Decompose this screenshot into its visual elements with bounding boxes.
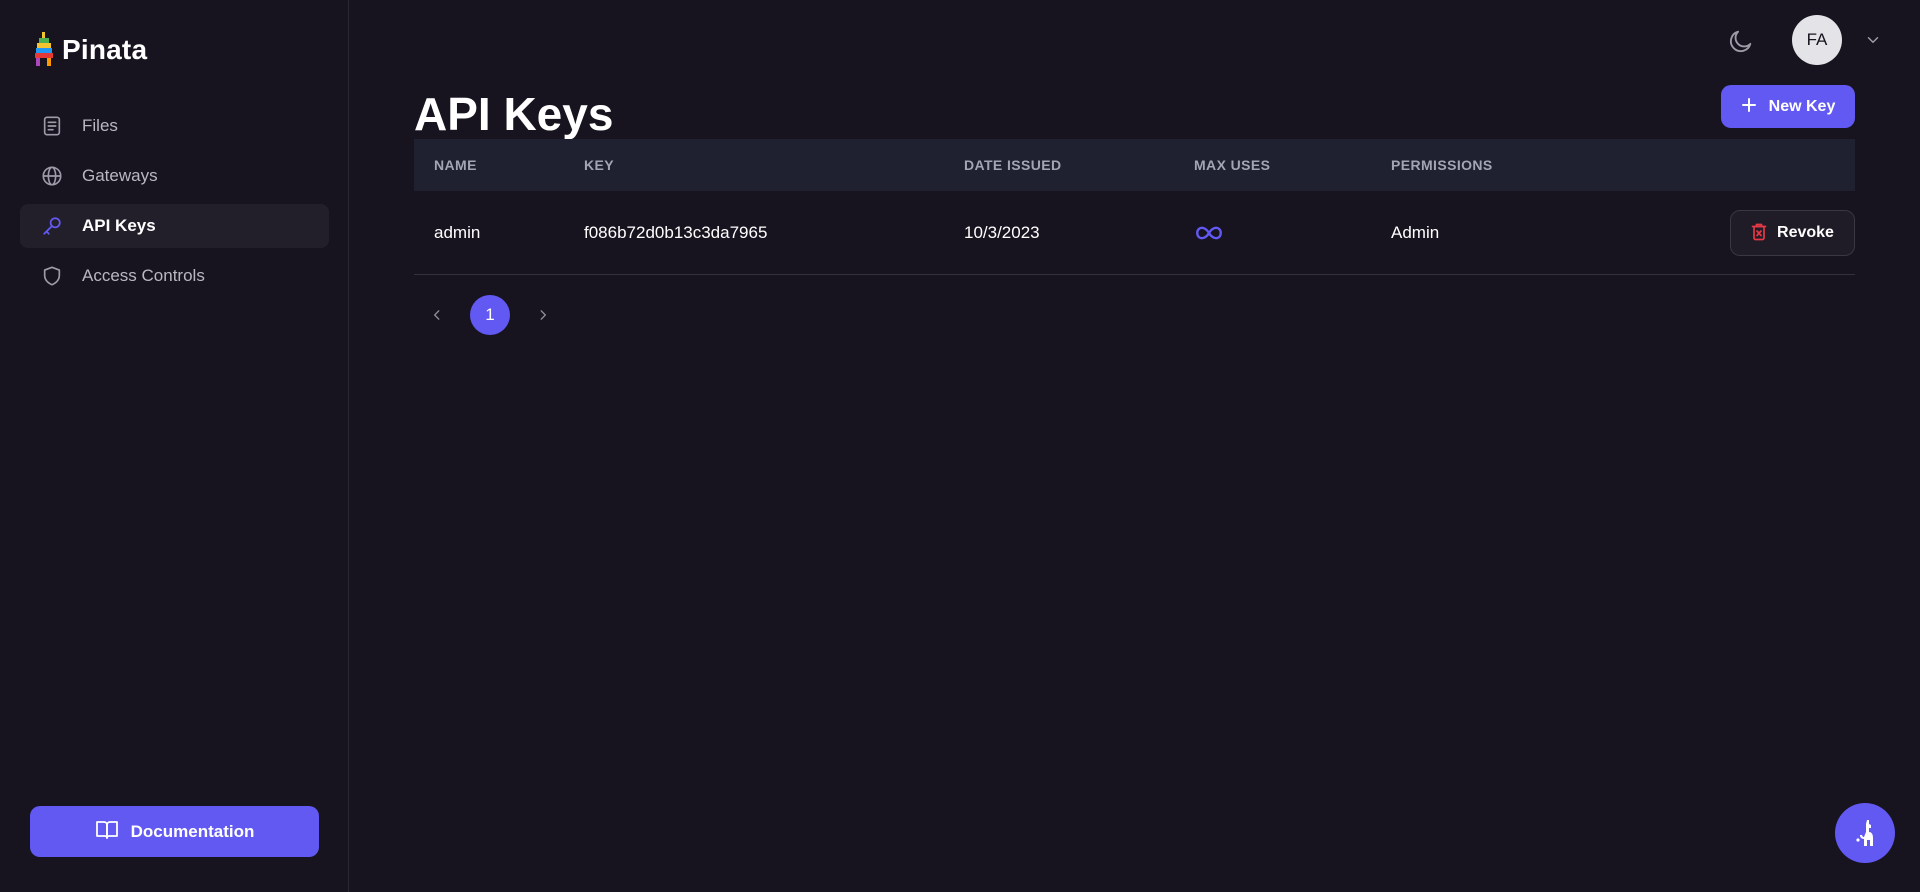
column-header-date-issued: DATE ISSUED [964,157,1062,173]
cell-key: f086b72d0b13c3da7965 [584,223,768,242]
moon-icon [1729,30,1752,53]
sidebar: Pinata Files Gateways API Keys Access Co… [0,0,349,892]
documentation-label: Documentation [130,821,255,841]
trash-icon [1751,223,1767,244]
key-icon [40,214,64,238]
revoke-button[interactable]: Revoke [1730,210,1855,256]
previous-page-button[interactable] [426,304,448,326]
sidebar-item-label: API Keys [82,216,156,235]
sidebar-item-access-controls[interactable]: Access Controls [20,254,329,298]
llama-icon [1856,820,1873,846]
brand-name: Pinata [62,34,148,65]
revoke-label: Revoke [1777,224,1834,241]
new-key-label: New Key [1768,97,1836,115]
avatar[interactable]: FA [1792,15,1842,65]
book-icon [95,819,119,844]
cell-date-issued: 10/3/2023 [964,223,1040,242]
file-icon [40,114,64,138]
sidebar-item-label: Files [82,116,118,135]
globe-icon [40,164,64,188]
account-menu-toggle[interactable] [1864,31,1882,49]
column-header-permissions: PERMISSIONS [1391,157,1493,173]
sidebar-item-files[interactable]: Files [20,104,329,148]
app-root: Pinata Files Gateways API Keys Access Co… [0,0,1920,892]
cell-permissions: Admin [1391,223,1440,242]
plus-icon [1741,97,1757,116]
sidebar-nav: Files Gateways API Keys Access Controls [20,104,329,304]
page-title: API Keys [414,88,614,140]
logo[interactable]: Pinata [32,30,147,70]
cell-name: admin [434,223,481,242]
column-header-key: KEY [584,157,614,173]
sidebar-item-api-keys[interactable]: API Keys [20,204,329,248]
table-header: NAME KEY DATE ISSUED MAX USES PERMISSION… [414,139,1855,191]
chevron-right-icon [540,310,547,320]
chevron-down-icon [1867,37,1879,43]
help-chat-button[interactable] [1835,803,1895,863]
column-header-max-uses: MAX USES [1194,157,1271,173]
pagination: 1 [426,295,554,335]
pinata-logo-icon [35,32,53,66]
shield-icon [40,264,64,288]
sidebar-item-gateways[interactable]: Gateways [20,154,329,198]
chevron-left-icon [433,310,440,320]
infinity-icon [1196,226,1222,240]
column-header-name: NAME [434,157,477,173]
page-number-button[interactable]: 1 [470,295,510,335]
sidebar-item-label: Gateways [82,166,158,185]
api-keys-table: NAME KEY DATE ISSUED MAX USES PERMISSION… [414,139,1855,275]
theme-toggle-button[interactable] [1727,27,1755,55]
cell-max-uses [1194,191,1224,275]
new-key-button[interactable]: New Key [1721,85,1855,128]
next-page-button[interactable] [532,304,554,326]
sidebar-item-label: Access Controls [82,266,205,285]
table-row: admin f086b72d0b13c3da7965 10/3/2023 Adm… [414,191,1855,275]
documentation-button[interactable]: Documentation [30,806,319,857]
